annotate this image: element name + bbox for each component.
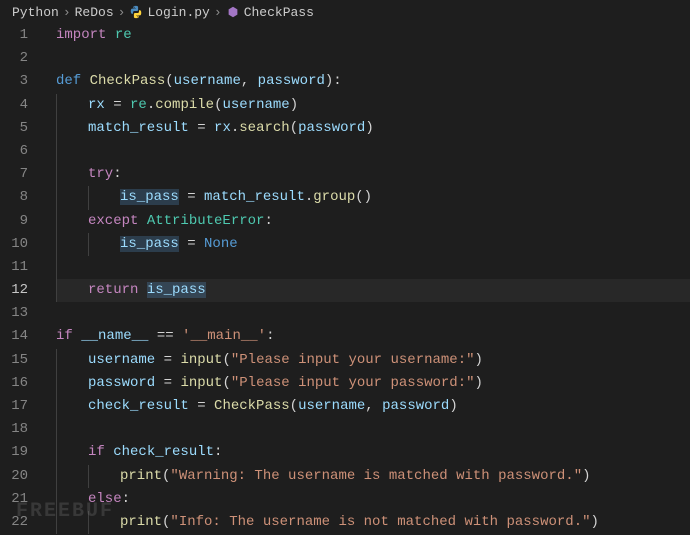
code-line[interactable]: print("Warning: The username is matched … bbox=[56, 465, 690, 488]
line-number: 12 bbox=[0, 279, 28, 302]
line-number: 7 bbox=[0, 163, 28, 186]
code-line[interactable]: if __name__ == '__main__': bbox=[56, 325, 690, 348]
line-number: 9 bbox=[0, 210, 28, 233]
code-line[interactable]: if check_result: bbox=[56, 441, 690, 464]
code-line[interactable] bbox=[56, 256, 690, 279]
code-line[interactable]: password = input("Please input your pass… bbox=[56, 372, 690, 395]
line-number: 14 bbox=[0, 325, 28, 348]
code-line[interactable] bbox=[56, 140, 690, 163]
line-number: 6 bbox=[0, 140, 28, 163]
code-content[interactable]: import re def CheckPass(username, passwor… bbox=[42, 24, 690, 534]
line-number: 17 bbox=[0, 395, 28, 418]
python-file-icon bbox=[129, 5, 143, 19]
code-line[interactable] bbox=[56, 47, 690, 70]
code-line[interactable]: is_pass = match_result.group() bbox=[56, 186, 690, 209]
code-line[interactable]: check_result = CheckPass(username, passw… bbox=[56, 395, 690, 418]
breadcrumb-item-1[interactable]: ReDos bbox=[75, 5, 114, 20]
code-line[interactable]: import re bbox=[56, 24, 690, 47]
code-line[interactable]: try: bbox=[56, 163, 690, 186]
code-line[interactable] bbox=[56, 302, 690, 325]
line-number: 5 bbox=[0, 117, 28, 140]
line-number: 11 bbox=[0, 256, 28, 279]
code-line[interactable]: except AttributeError: bbox=[56, 210, 690, 233]
code-line[interactable]: def CheckPass(username, password): bbox=[56, 70, 690, 93]
code-line[interactable]: return is_pass bbox=[56, 279, 690, 302]
line-number: 4 bbox=[0, 94, 28, 117]
line-number: 2 bbox=[0, 47, 28, 70]
code-line[interactable]: print("Info: The username is not matched… bbox=[56, 511, 690, 534]
breadcrumb-item-2[interactable]: Login.py bbox=[147, 5, 209, 20]
line-number-gutter: 12345678910111213141516171819202122 bbox=[0, 24, 42, 534]
breadcrumb[interactable]: Python › ReDos › Login.py › CheckPass bbox=[0, 0, 690, 24]
line-number: 22 bbox=[0, 511, 28, 534]
code-line[interactable]: else: bbox=[56, 488, 690, 511]
method-icon bbox=[226, 5, 240, 19]
line-number: 18 bbox=[0, 418, 28, 441]
line-number: 3 bbox=[0, 70, 28, 93]
line-number: 16 bbox=[0, 372, 28, 395]
chevron-right-icon: › bbox=[118, 5, 126, 20]
code-editor[interactable]: 12345678910111213141516171819202122 impo… bbox=[0, 24, 690, 534]
code-line[interactable] bbox=[56, 418, 690, 441]
line-number: 10 bbox=[0, 233, 28, 256]
code-line[interactable]: rx = re.compile(username) bbox=[56, 94, 690, 117]
line-number: 19 bbox=[0, 441, 28, 464]
code-line[interactable]: is_pass = None bbox=[56, 233, 690, 256]
line-number: 20 bbox=[0, 465, 28, 488]
line-number: 13 bbox=[0, 302, 28, 325]
line-number: 21 bbox=[0, 488, 28, 511]
breadcrumb-item-0[interactable]: Python bbox=[12, 5, 59, 20]
chevron-right-icon: › bbox=[214, 5, 222, 20]
line-number: 1 bbox=[0, 24, 28, 47]
chevron-right-icon: › bbox=[63, 5, 71, 20]
line-number: 8 bbox=[0, 186, 28, 209]
breadcrumb-item-3[interactable]: CheckPass bbox=[244, 5, 314, 20]
code-line[interactable]: username = input("Please input your user… bbox=[56, 349, 690, 372]
line-number: 15 bbox=[0, 349, 28, 372]
code-line[interactable]: match_result = rx.search(password) bbox=[56, 117, 690, 140]
